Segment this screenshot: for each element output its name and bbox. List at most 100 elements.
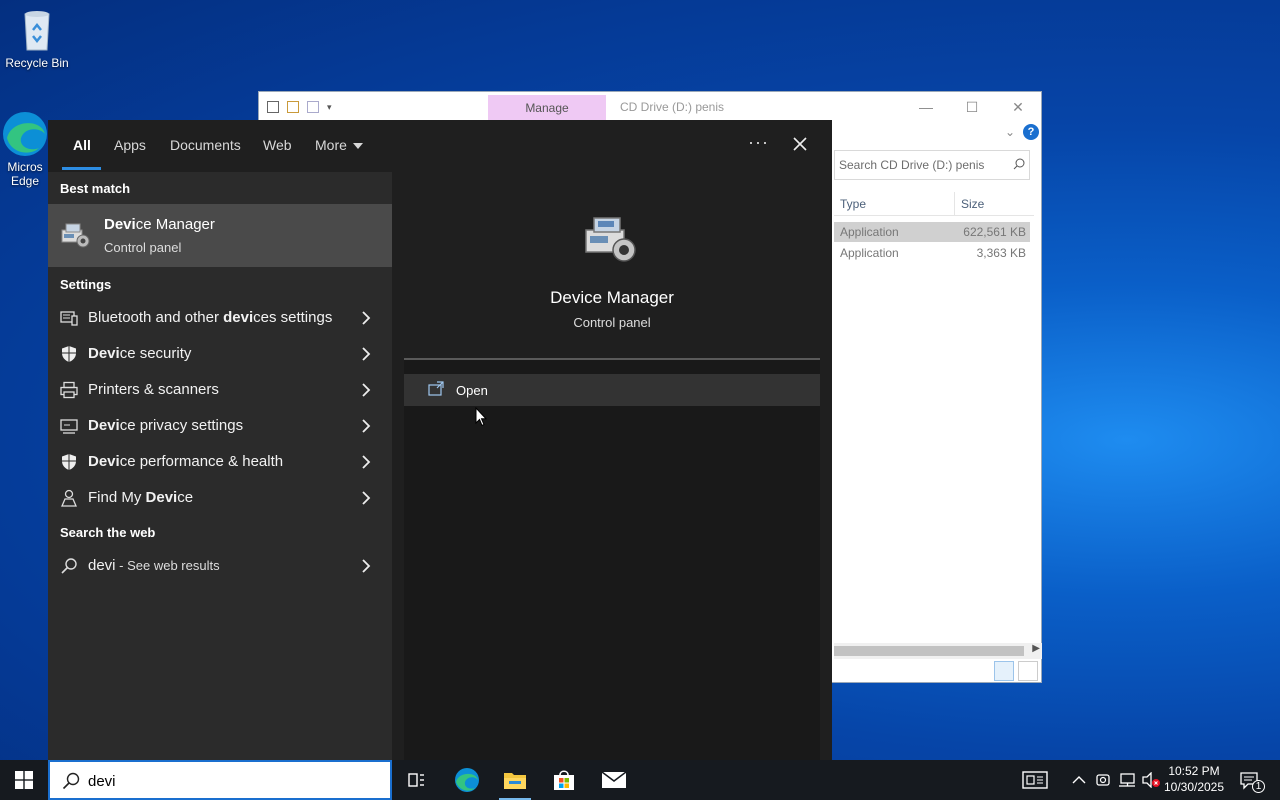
taskbar-edge[interactable] — [443, 760, 491, 800]
tab-documents[interactable]: Documents — [170, 137, 241, 153]
preview-header: Device Manager Control panel — [404, 184, 820, 360]
chevron-down-icon[interactable]: ⌄ — [1005, 125, 1015, 139]
web-search-result[interactable]: devi - See web results — [48, 548, 392, 584]
help-icon[interactable]: ? — [1023, 124, 1039, 140]
large-icons-view-icon[interactable] — [1018, 661, 1038, 681]
open-label: Open — [456, 383, 488, 398]
tab-all[interactable]: All — [73, 137, 91, 153]
section-best-match: Best match — [60, 181, 131, 196]
meet-now-button[interactable] — [1092, 760, 1114, 800]
tab-apps[interactable]: Apps — [114, 137, 146, 153]
scrollbar-thumb[interactable] — [834, 646, 1024, 656]
section-settings: Settings — [60, 277, 112, 292]
properties-icon[interactable] — [267, 101, 279, 113]
close-button[interactable]: ✕ — [995, 92, 1041, 122]
network-icon — [1119, 773, 1135, 787]
explorer-search-box[interactable]: Search CD Drive (D:) penis — [834, 150, 1030, 180]
best-match-device-manager[interactable]: Device Manager Control panel — [48, 204, 392, 267]
taskbar-search-box[interactable] — [48, 760, 392, 800]
scroll-right-icon[interactable]: ▶ — [1032, 643, 1040, 654]
edge-icon — [1, 110, 49, 158]
desktop-icon-label: Micros Edge — [7, 160, 43, 188]
tab-more-label: More — [315, 137, 347, 153]
settings-item-label: Find My Device — [88, 489, 194, 506]
tab-more[interactable]: More — [315, 137, 363, 153]
settings-item-device-performance[interactable]: Device performance & health — [48, 444, 392, 480]
settings-item-device-security[interactable]: Device security — [48, 336, 392, 372]
taskbar-mail[interactable] — [590, 760, 638, 800]
taskbar-file-explorer[interactable] — [491, 760, 539, 800]
settings-item-label: Printers & scanners — [88, 381, 219, 398]
column-header-size[interactable]: Size — [954, 192, 990, 215]
open-icon — [428, 381, 444, 397]
volume-button[interactable] — [1140, 760, 1162, 800]
camera-icon — [1096, 774, 1110, 786]
action-center-button[interactable]: 1 — [1234, 760, 1265, 800]
network-button[interactable] — [1116, 760, 1138, 800]
settings-item-find-my-device[interactable]: Find My Device — [48, 480, 392, 516]
desktop-icon-label: Recycle Bin — [5, 56, 69, 70]
chevron-right-icon — [360, 558, 372, 574]
window-title: CD Drive (D:) penis — [620, 100, 725, 114]
open-button[interactable]: Open — [404, 374, 820, 406]
shield-icon — [60, 345, 78, 363]
file-type: Application — [840, 225, 899, 239]
quick-access-toolbar: ▾ — [259, 101, 332, 113]
status-bar — [834, 659, 1042, 683]
taskbar-store[interactable] — [540, 760, 588, 800]
show-hidden-icons-button[interactable] — [1068, 760, 1090, 800]
best-match-name: Device Manager — [104, 216, 215, 233]
settings-item-bluetooth[interactable]: Bluetooth and other devices settings — [48, 300, 392, 336]
chevron-down-icon — [352, 143, 363, 150]
file-explorer-icon — [504, 773, 526, 789]
chevron-right-icon — [360, 346, 372, 362]
search-input[interactable] — [88, 770, 378, 792]
bluetooth-devices-icon — [60, 309, 78, 327]
preview-pane: Device Manager Control panel Open — [404, 184, 820, 760]
notification-icon: 1 — [1239, 770, 1265, 793]
task-view-button[interactable] — [392, 760, 440, 800]
desktop-icon-edge[interactable]: Micros Edge — [0, 110, 50, 188]
preview-title: Device Manager — [550, 288, 674, 307]
file-row[interactable]: Application 3,363 KB — [834, 243, 1030, 263]
desktop-icon-recycle-bin[interactable]: Recycle Bin — [0, 6, 74, 70]
store-icon — [554, 770, 574, 790]
mail-icon — [601, 771, 627, 788]
taskbar-clock[interactable]: 10:52 PM 10/30/2025 — [1160, 763, 1228, 795]
clock-date: 10/30/2025 — [1163, 780, 1225, 794]
new-folder-icon[interactable] — [307, 101, 319, 113]
clock-time: 10:52 PM — [1168, 764, 1220, 778]
settings-item-printers[interactable]: Printers & scanners — [48, 372, 392, 408]
search-placeholder: Search CD Drive (D:) penis — [839, 158, 985, 172]
start-button[interactable] — [0, 760, 48, 800]
checkmark-icon[interactable] — [287, 101, 299, 113]
recycle-bin-icon — [13, 6, 61, 54]
section-search-web: Search the web — [60, 525, 156, 540]
start-search-panel: All Apps Documents Web More ··· Best mat… — [48, 120, 832, 760]
horizontal-scrollbar[interactable]: ▶ — [834, 643, 1042, 659]
active-tab-indicator — [62, 167, 101, 170]
chevron-right-icon — [360, 490, 372, 506]
details-view-icon[interactable] — [994, 661, 1014, 681]
more-options-button[interactable]: ··· — [748, 132, 769, 153]
notification-count: 1 — [1252, 780, 1265, 793]
edge-icon — [455, 768, 479, 792]
file-row[interactable]: Application 622,561 KB — [834, 222, 1030, 242]
tab-web[interactable]: Web — [263, 137, 292, 153]
volume-muted-icon — [1142, 772, 1160, 788]
view-buttons — [994, 661, 1038, 681]
settings-item-device-privacy[interactable]: Device privacy settings — [48, 408, 392, 444]
column-header-type[interactable]: Type — [834, 192, 954, 215]
explorer-titlebar: ▾ Manage CD Drive (D:) penis — ☐ ✕ — [259, 92, 1041, 122]
tab-manage[interactable]: Manage — [488, 95, 606, 120]
news-widget-button[interactable] — [1018, 760, 1052, 800]
person-icon — [60, 489, 78, 507]
close-icon[interactable] — [788, 132, 812, 156]
maximize-button[interactable]: ☐ — [949, 92, 995, 122]
minimize-button[interactable]: — — [903, 92, 949, 122]
chevron-right-icon — [360, 454, 372, 470]
search-icon — [1013, 158, 1025, 172]
column-headers: Type Size — [834, 192, 1034, 216]
chevron-down-icon[interactable]: ▾ — [327, 102, 332, 113]
settings-item-label: Bluetooth and other devices settings — [88, 309, 333, 326]
